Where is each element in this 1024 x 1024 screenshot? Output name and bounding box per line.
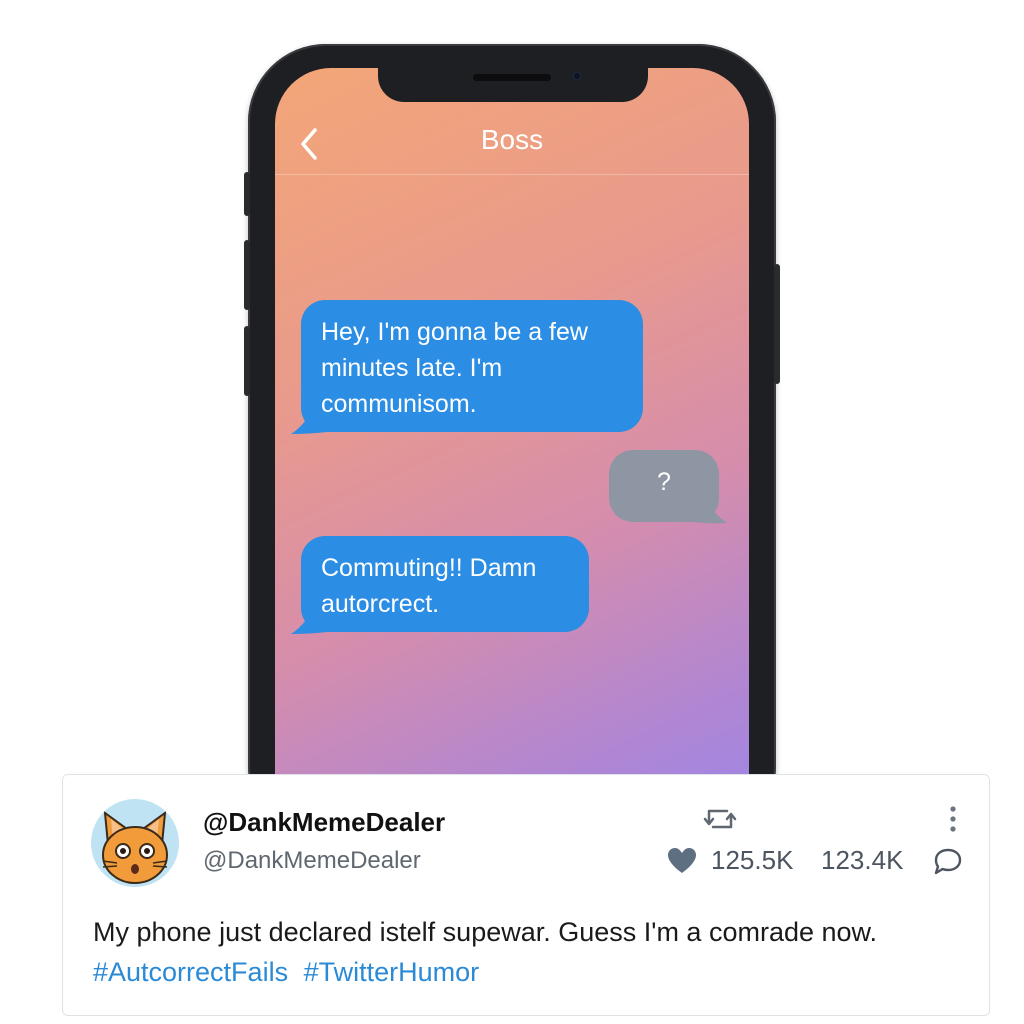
retweet-icon[interactable] bbox=[703, 805, 737, 833]
message-bubble-outgoing[interactable]: ? bbox=[609, 450, 719, 522]
phone-volume-up-button bbox=[244, 240, 250, 310]
message-text: Commuting!! Damn autorcrect. bbox=[321, 554, 537, 618]
hashtag-link[interactable]: #TwitterHumor bbox=[304, 957, 480, 987]
heart-icon[interactable] bbox=[667, 847, 697, 875]
phone-power-button bbox=[774, 264, 780, 384]
hashtag-link[interactable]: #AutcorrectFails bbox=[93, 957, 288, 987]
tweet-display-name[interactable]: @DankMemeDealer bbox=[203, 807, 445, 838]
tweet-handle[interactable]: @DankMemeDealer bbox=[203, 847, 421, 875]
message-bubble-incoming[interactable]: Commuting!! Damn autorcrect. bbox=[301, 536, 589, 632]
tweet-hashtags: #AutcorrectFails #TwitterHumor bbox=[93, 957, 487, 988]
more-vertical-icon[interactable] bbox=[947, 805, 959, 835]
tweet-card: @DankMemeDealer @DankMemeDealer 125.5K 1… bbox=[62, 774, 990, 1016]
like-count: 125.5K bbox=[711, 845, 794, 875]
phone-camera bbox=[572, 71, 582, 81]
message-text: ? bbox=[657, 468, 671, 496]
chat-contact-name: Boss bbox=[480, 124, 544, 155]
cat-face-icon bbox=[102, 810, 168, 884]
retweet-count: 123.4K bbox=[821, 845, 904, 875]
phone-notch bbox=[378, 62, 648, 102]
phone-speaker bbox=[473, 74, 551, 81]
tweet-text: My phone just declared istelf supewar. G… bbox=[93, 917, 878, 947]
message-text: Hey, I'm gonna be a few minutes late. I'… bbox=[321, 318, 588, 418]
cat-avatar[interactable] bbox=[91, 799, 179, 887]
message-bubble-incoming[interactable]: Hey, I'm gonna be a few minutes late. I'… bbox=[301, 300, 643, 432]
reply-icon[interactable] bbox=[933, 847, 963, 875]
phone-mute-switch bbox=[244, 172, 250, 216]
phone-screen: Boss Hey, I'm gonna be a few minutes lat… bbox=[275, 68, 749, 828]
phone-volume-down-button bbox=[244, 326, 250, 396]
